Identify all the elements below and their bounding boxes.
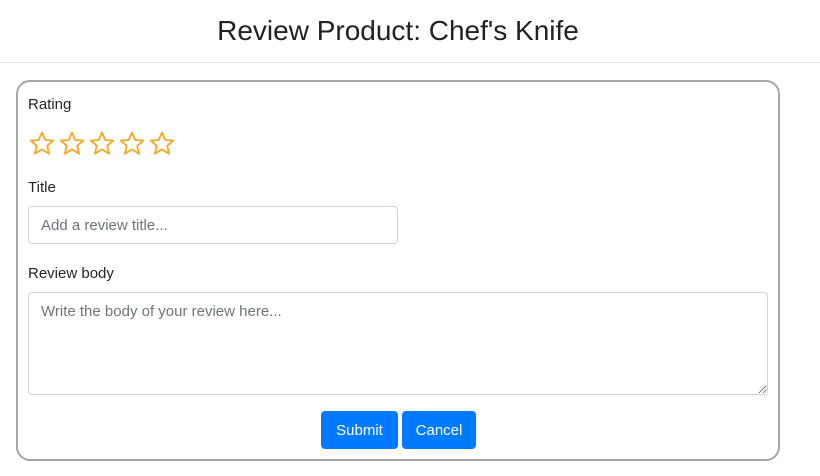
rating-label: Rating bbox=[28, 96, 72, 113]
review-body-label: Review body bbox=[28, 265, 114, 282]
review-body-textarea[interactable] bbox=[28, 292, 768, 395]
star-rating[interactable] bbox=[28, 130, 176, 158]
star-icon[interactable] bbox=[58, 130, 86, 158]
star-icon[interactable] bbox=[118, 130, 146, 158]
star-icon[interactable] bbox=[148, 130, 176, 158]
cancel-button[interactable]: Cancel bbox=[402, 411, 476, 449]
star-icon[interactable] bbox=[88, 130, 116, 158]
submit-button[interactable]: Submit bbox=[321, 411, 398, 449]
page-title: Review Product: Chef's Knife bbox=[217, 15, 579, 46]
page-header: Review Product: Chef's Knife bbox=[0, 0, 820, 63]
star-icon[interactable] bbox=[28, 130, 56, 158]
review-title-input[interactable] bbox=[28, 206, 398, 244]
title-label: Title bbox=[28, 179, 56, 196]
review-form-card: Rating Title Review body Submit Cancel bbox=[16, 80, 780, 461]
